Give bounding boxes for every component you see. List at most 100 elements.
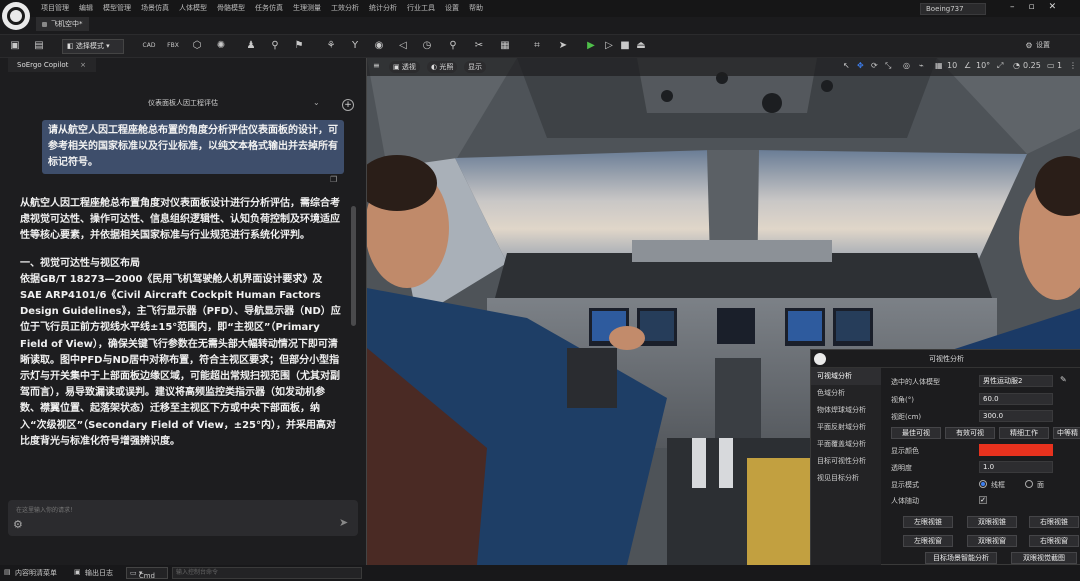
settings-button[interactable]: 设置 bbox=[1036, 40, 1050, 50]
right-eye-cone-button[interactable]: 右眼视锥 bbox=[1029, 516, 1079, 528]
menu-task[interactable]: 任务仿真 bbox=[250, 2, 288, 14]
analysis-item[interactable]: 可视域分析 bbox=[811, 368, 881, 385]
play-icon[interactable]: ▶ bbox=[584, 39, 598, 53]
gear-icon[interactable]: ⚙ bbox=[1022, 39, 1036, 53]
view-angle-field[interactable]: 60.0 bbox=[979, 393, 1053, 405]
cursor-icon[interactable]: ↖ bbox=[843, 61, 850, 70]
both-eye-cone-button[interactable]: 双眼视锥 bbox=[967, 516, 1017, 528]
scale-icon[interactable]: ⤡ bbox=[885, 61, 891, 71]
lighting-toggle[interactable]: ◐ 光照 bbox=[427, 61, 458, 73]
color-swatch[interactable] bbox=[979, 444, 1053, 456]
more-icon[interactable]: ⋮ bbox=[1069, 61, 1077, 70]
analysis-item[interactable]: 平面覆盖域分析 bbox=[811, 436, 881, 453]
content-menu-icon[interactable]: ▤ bbox=[4, 568, 11, 576]
edit-pose-icon[interactable]: ⚑ bbox=[292, 39, 306, 53]
analysis-item[interactable]: 视见目标分析 bbox=[811, 470, 881, 487]
analysis-item[interactable]: 平面反射域分析 bbox=[811, 419, 881, 436]
save-icon[interactable]: ▣ bbox=[8, 39, 22, 53]
send-icon[interactable]: ➤ bbox=[339, 516, 348, 529]
chevron-down-icon[interactable]: ⌄ bbox=[313, 98, 320, 107]
menu-settings[interactable]: 设置 bbox=[440, 2, 464, 14]
console-input[interactable]: 输入控制台命令 bbox=[172, 567, 362, 579]
rotate-icon[interactable]: ⟳ bbox=[871, 61, 878, 70]
menu-physio[interactable]: 生理测量 bbox=[288, 2, 326, 14]
left-eye-cone-button[interactable]: 左眼视锥 bbox=[903, 516, 953, 528]
menu-ergonomics[interactable]: 工效分析 bbox=[326, 2, 364, 14]
copy-icon[interactable]: ❐ bbox=[330, 175, 337, 184]
vision-icon[interactable]: ◁ bbox=[396, 39, 410, 53]
medium-work-button[interactable]: 中等精 bbox=[1053, 427, 1080, 439]
angle-icon[interactable]: ∠ bbox=[964, 61, 971, 70]
menu-industry[interactable]: 行业工具 bbox=[402, 2, 440, 14]
output-log-button[interactable]: 输出日志 bbox=[85, 568, 113, 578]
perspective-toggle[interactable]: ▣ 透视 bbox=[389, 61, 420, 73]
file-tab[interactable]: 飞机空中* bbox=[36, 17, 89, 31]
chat-scrollbar[interactable] bbox=[351, 206, 356, 326]
camera-value[interactable]: 1 bbox=[1057, 61, 1062, 70]
speed-value[interactable]: 0.25 bbox=[1023, 61, 1041, 70]
mode-select[interactable]: ◧ 选择模式 ▾ bbox=[62, 39, 124, 54]
menu-statistics[interactable]: 统计分析 bbox=[364, 2, 402, 14]
move-icon[interactable]: ✥ bbox=[857, 61, 864, 70]
left-eye-window-button[interactable]: 左眼视窗 bbox=[903, 535, 953, 547]
both-eye-window-button[interactable]: 双眼视窗 bbox=[967, 535, 1017, 547]
camera-icon[interactable]: ◉ bbox=[372, 39, 386, 53]
cube-icon[interactable]: ⬡ bbox=[190, 39, 204, 53]
effective-visible-button[interactable]: 有效可视 bbox=[945, 427, 995, 439]
grid-value[interactable]: 10 bbox=[947, 61, 957, 70]
alpha-field[interactable]: 1.0 bbox=[979, 461, 1053, 473]
menu-edit[interactable]: 编辑 bbox=[74, 2, 98, 14]
record-icon[interactable]: ▦ bbox=[498, 39, 512, 53]
fbx-icon[interactable]: FBX bbox=[166, 39, 180, 53]
right-eye-window-button[interactable]: 右眼视窗 bbox=[1029, 535, 1079, 547]
analysis-item[interactable]: 物体焊球域分析 bbox=[811, 402, 881, 419]
menu-model[interactable]: 模型管理 bbox=[98, 2, 136, 14]
snap-icon[interactable]: ⌁ bbox=[919, 61, 924, 70]
gear-icon[interactable]: ⚙ bbox=[13, 518, 23, 531]
menu-project[interactable]: 项目管理 bbox=[36, 2, 74, 14]
smart-analysis-button[interactable]: 目标场景智能分析 bbox=[925, 552, 997, 564]
light-icon[interactable]: ✺ bbox=[214, 39, 228, 53]
camera-icon[interactable]: ▭ bbox=[1047, 61, 1055, 70]
wireframe-radio[interactable] bbox=[979, 480, 987, 488]
step-icon[interactable]: ▷ bbox=[602, 39, 616, 53]
angle-value[interactable]: 10° bbox=[976, 61, 990, 70]
cmd-select[interactable]: ▭ Cmd ▾ bbox=[126, 567, 168, 580]
content-menu-button[interactable]: 内容明清菜单 bbox=[15, 568, 57, 578]
close-icon[interactable]: ✕ bbox=[1049, 2, 1057, 12]
best-visible-button[interactable]: 最佳可视 bbox=[891, 427, 941, 439]
scale-snap-icon[interactable]: ⤢ bbox=[997, 61, 1003, 71]
output-log-icon[interactable]: ▣ bbox=[74, 568, 81, 576]
measure-icon[interactable]: ✂ bbox=[472, 39, 486, 53]
show-toggle[interactable]: 显示 bbox=[464, 61, 486, 73]
send-icon[interactable]: ➤ bbox=[556, 39, 570, 53]
maximize-icon[interactable]: ▫ bbox=[1029, 2, 1035, 12]
zoom-icon[interactable]: ⚲ bbox=[446, 39, 460, 53]
menu-human[interactable]: 人体模型 bbox=[174, 2, 212, 14]
walk-icon[interactable]: ⚘ bbox=[324, 39, 338, 53]
speed-icon[interactable]: ◔ bbox=[1013, 61, 1020, 70]
menu-help[interactable]: 帮助 bbox=[464, 2, 488, 14]
human-icon[interactable]: ♟ bbox=[244, 39, 258, 53]
menu-skeleton[interactable]: 骨骼模型 bbox=[212, 2, 250, 14]
view-distance-field[interactable]: 300.0 bbox=[979, 410, 1053, 422]
posture-icon[interactable]: ⚲ bbox=[268, 39, 282, 53]
globe-icon[interactable]: ◎ bbox=[903, 61, 910, 70]
follow-checkbox[interactable]: ✓ bbox=[979, 496, 987, 504]
save-all-icon[interactable]: ▤ bbox=[32, 39, 46, 53]
stop-icon[interactable]: ■ bbox=[618, 39, 632, 53]
crop-icon[interactable]: ⌗ bbox=[530, 39, 544, 53]
binocular-screenshot-button[interactable]: 双眼视觉截图 bbox=[1011, 552, 1077, 564]
eject-icon[interactable]: ⏏ bbox=[634, 39, 648, 53]
analysis-item[interactable]: 目标可视性分析 bbox=[811, 453, 881, 470]
minimize-icon[interactable]: – bbox=[1010, 2, 1015, 12]
project-name-box[interactable]: Boeing737 bbox=[920, 3, 986, 15]
copilot-tab[interactable]: SoErgo Copilot × bbox=[8, 58, 96, 72]
pencil-icon[interactable]: ✎ bbox=[1060, 375, 1067, 384]
selected-human-field[interactable]: 男性运动服2 bbox=[979, 375, 1053, 387]
menu-icon[interactable]: ≡ bbox=[373, 61, 380, 70]
cad-icon[interactable]: CAD bbox=[142, 39, 156, 53]
chat-input[interactable]: 在这里输入你的请求！ ⚙ ➤ bbox=[8, 500, 358, 536]
close-tab-icon[interactable]: × bbox=[80, 58, 86, 72]
surface-radio[interactable] bbox=[1025, 480, 1033, 488]
